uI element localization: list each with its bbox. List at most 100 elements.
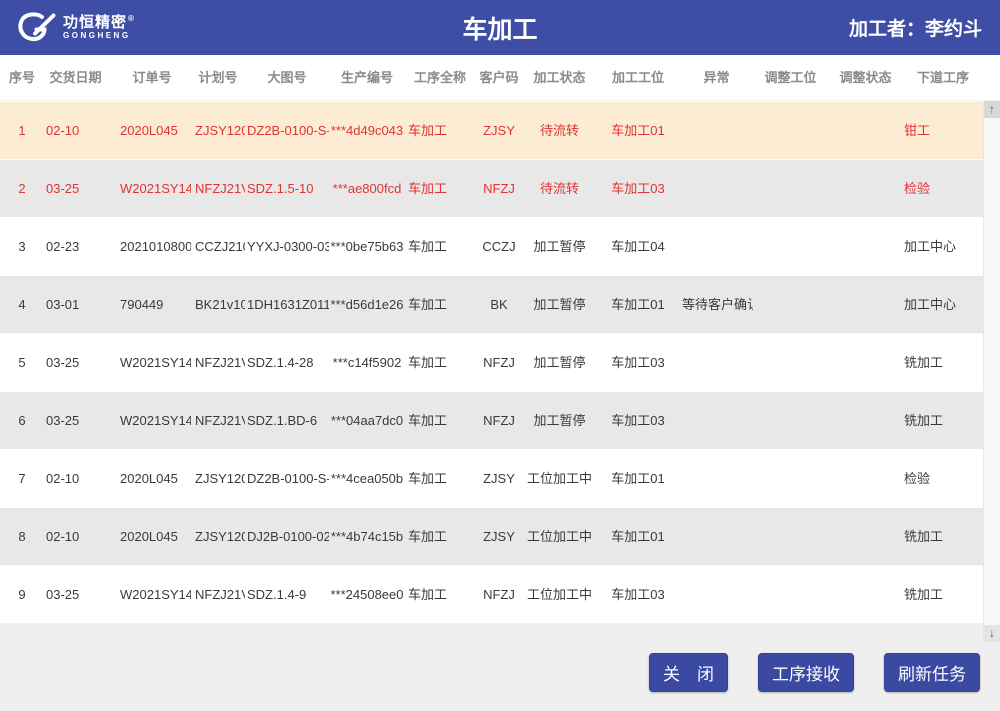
cell-customer-code: NFZJ: [475, 160, 523, 217]
cell-process-name: 车加工: [405, 334, 475, 391]
cell-production-no: ***4b74c15b: [329, 508, 405, 565]
table-row[interactable]: 603-25W2021SY140NFZJ21V:SDZ.1.BD-6***04a…: [0, 391, 983, 449]
refresh-tasks-button[interactable]: 刷新任务: [884, 653, 980, 692]
cell-next-process: 钳工: [903, 102, 983, 159]
cell-order-no: W2021SY140: [113, 160, 191, 217]
cell-abnormal: [680, 508, 753, 565]
cell-adjust-station: [753, 392, 828, 449]
cell-plan-no: NFZJ21V:: [191, 392, 245, 449]
column-header-order-no: 订单号: [113, 55, 191, 100]
table-row[interactable]: 203-25W2021SY140NFZJ21V:SDZ.1.5-10***ae8…: [0, 159, 983, 217]
cell-adjust-station: [753, 450, 828, 507]
cell-delivery-date: 02-10: [38, 508, 113, 565]
cell-abnormal: [680, 334, 753, 391]
table-row[interactable]: 403-01790449BK21v10:1DH1631Z011***d56d1e…: [0, 275, 983, 333]
table-row[interactable]: 102-102020L045ZJSY1201DZ2B-0100-S-N-***4…: [0, 101, 983, 159]
cell-work-station: 车加工01: [596, 102, 680, 159]
cell-next-process: 铣加工: [903, 508, 983, 565]
cell-customer-code: ZJSY: [475, 508, 523, 565]
column-header-adjust-status: 调整状态: [828, 55, 903, 100]
cell-plan-no: ZJSY1201: [191, 450, 245, 507]
cell-seq: 3: [6, 218, 38, 275]
cell-abnormal: 等待客户确认: [680, 276, 753, 333]
process-receive-button[interactable]: 工序接收: [758, 653, 854, 692]
cell-abnormal: [680, 160, 753, 217]
brand-name-en: GONGHENG: [63, 32, 135, 40]
cell-customer-code: ZJSY: [475, 102, 523, 159]
cell-work-station: 车加工03: [596, 160, 680, 217]
cell-process-status: 工位加工中: [523, 566, 596, 623]
registered-trademark-icon: ®: [128, 14, 135, 23]
cell-order-no: 2020L045: [113, 508, 191, 565]
brand-text: 功恒精密® GONGHENG: [63, 15, 135, 40]
cell-adjust-status: [828, 450, 903, 507]
cell-plan-no: NFZJ21V:: [191, 334, 245, 391]
cell-customer-code: NFZJ: [475, 392, 523, 449]
cell-delivery-date: 03-25: [38, 334, 113, 391]
cell-seq: 8: [6, 508, 38, 565]
cell-seq: 1: [6, 102, 38, 159]
column-header-plan-no: 计划号: [191, 55, 245, 100]
cell-abnormal: [680, 450, 753, 507]
cell-adjust-status: [828, 566, 903, 623]
cell-order-no: W2021SY140: [113, 566, 191, 623]
cell-adjust-status: [828, 508, 903, 565]
cell-next-process: 铣加工: [903, 392, 983, 449]
table-row[interactable]: 903-25W2021SY140NFZJ21V:SDZ.1.4-9***2450…: [0, 565, 983, 623]
cell-next-process: 铣加工: [903, 566, 983, 623]
column-header-customer-code: 客户码: [475, 55, 523, 100]
cell-process-status: 加工暂停: [523, 218, 596, 275]
table-scrollbar[interactable]: ↑ ↓: [983, 101, 1000, 642]
cell-plan-no: ZJSY1201: [191, 102, 245, 159]
cell-abnormal: [680, 102, 753, 159]
cell-next-process: 加工中心: [903, 218, 983, 275]
scrollbar-down-arrow-icon[interactable]: ↓: [984, 625, 1000, 642]
table-row[interactable]: 302-2320210108001ICCZJ210(YYXJ-0300-03**…: [0, 217, 983, 275]
cell-process-status: 加工暂停: [523, 276, 596, 333]
cell-customer-code: BK: [475, 276, 523, 333]
cell-delivery-date: 02-10: [38, 450, 113, 507]
page-title: 车加工: [462, 10, 537, 46]
table-row[interactable]: 503-25W2021SY140NFZJ21V:SDZ.1.4-28***c14…: [0, 333, 983, 391]
operator-label: 加工者：李约斗: [849, 14, 1000, 41]
cell-process-status: 加工暂停: [523, 392, 596, 449]
cell-order-no: 790449: [113, 276, 191, 333]
footer-bar: 关 闭 工序接收 刷新任务: [0, 623, 1000, 711]
table-row[interactable]: 702-102020L045ZJSY1201DZ2B-0100-S-N.1***…: [0, 449, 983, 507]
column-header-production-no: 生产编号: [329, 55, 405, 100]
table-row[interactable]: 802-102020L045ZJSY1201DJ2B-0100-02-03***…: [0, 507, 983, 565]
cell-adjust-status: [828, 218, 903, 275]
close-button[interactable]: 关 闭: [649, 653, 728, 692]
cell-adjust-status: [828, 102, 903, 159]
cell-next-process: 检验: [903, 160, 983, 217]
cell-seq: 9: [6, 566, 38, 623]
cell-work-station: 车加工04: [596, 218, 680, 275]
cell-adjust-station: [753, 160, 828, 217]
cell-abnormal: [680, 218, 753, 275]
cell-drawing-no: YYXJ-0300-03: [245, 218, 329, 275]
cell-production-no: ***c14f5902: [329, 334, 405, 391]
cell-drawing-no: SDZ.1.4-28: [245, 334, 329, 391]
cell-plan-no: CCZJ210(: [191, 218, 245, 275]
cell-seq: 5: [6, 334, 38, 391]
cell-adjust-status: [828, 334, 903, 391]
cell-production-no: ***04aa7dc0: [329, 392, 405, 449]
cell-plan-no: ZJSY1201: [191, 508, 245, 565]
cell-adjust-station: [753, 334, 828, 391]
cell-seq: 6: [6, 392, 38, 449]
scrollbar-up-arrow-icon[interactable]: ↑: [984, 101, 1000, 118]
column-header-drawing-no: 大图号: [245, 55, 329, 100]
cell-process-name: 车加工: [405, 566, 475, 623]
column-header-work-station: 加工工位: [596, 55, 680, 100]
app-header: 功恒精密® GONGHENG 车加工 加工者：李约斗: [0, 0, 1000, 55]
cell-order-no: W2021SY140: [113, 334, 191, 391]
cell-delivery-date: 02-10: [38, 102, 113, 159]
cell-process-status: 工位加工中: [523, 508, 596, 565]
cell-drawing-no: 1DH1631Z011: [245, 276, 329, 333]
brand-logo-icon: [14, 12, 56, 44]
cell-production-no: ***0be75b63: [329, 218, 405, 275]
cell-adjust-station: [753, 508, 828, 565]
cell-next-process: 检验: [903, 450, 983, 507]
cell-adjust-station: [753, 566, 828, 623]
column-header-delivery-date: 交货日期: [38, 55, 113, 100]
